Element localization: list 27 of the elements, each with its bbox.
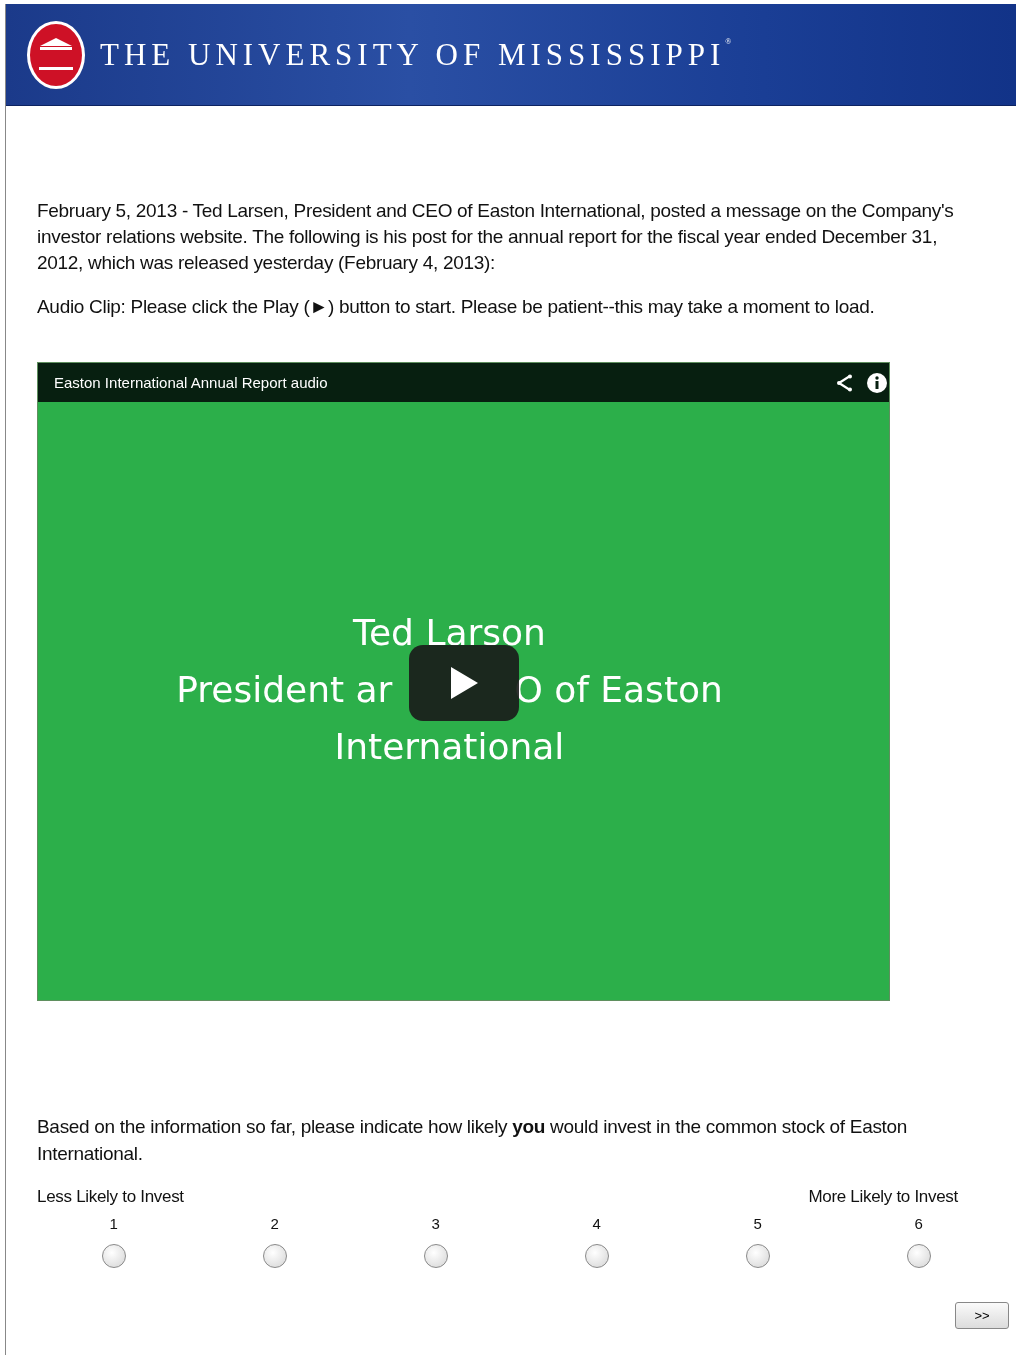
- radio-button[interactable]: [906, 1244, 931, 1268]
- slide-text: Ted Larson: [353, 611, 546, 655]
- radio-button[interactable]: [423, 1244, 448, 1268]
- slide-text: International: [334, 725, 565, 769]
- scale-number: 5: [753, 1215, 762, 1232]
- scale-number: 3: [431, 1215, 440, 1232]
- radio-button[interactable]: [745, 1244, 770, 1268]
- radio-button[interactable]: [262, 1244, 287, 1268]
- building-logo-icon: [26, 19, 86, 90]
- scale-number: 6: [914, 1215, 923, 1232]
- scale-high-label: More Likely to Invest: [808, 1187, 958, 1207]
- share-icon[interactable]: [835, 372, 855, 393]
- scale-number: 2: [270, 1215, 279, 1232]
- slide-text: President ar: [176, 668, 393, 712]
- scale-number: 4: [592, 1215, 601, 1232]
- scale-number: 1: [109, 1215, 118, 1232]
- next-button[interactable]: >>: [955, 1302, 1009, 1329]
- info-icon[interactable]: [867, 372, 887, 393]
- university-name: THE UNIVERSITY OF MISSISSIPPI$^{®}$: [100, 36, 737, 73]
- player-title: Easton International Annual Report audio: [54, 374, 329, 391]
- instruction-text: Audio Clip: Please click the Play (►) button to start. Please be patient--this may take a moment to load.: [37, 295, 876, 319]
- radio-button[interactable]: [584, 1244, 609, 1268]
- scale-low-label: Less Likely to Invest: [37, 1187, 184, 1207]
- intro-paragraph: February 5, 2013 - Ted Larsen, President and CEO of Easton International, posted a message on the Company's investor relations website. The following is his post for the annual report for the fiscal year ended December 31, 2012, which was released yesterday (February 4, 2013):: [37, 199, 955, 275]
- radio-button[interactable]: [101, 1244, 126, 1268]
- play-icon: [449, 666, 479, 700]
- question-text: Based on the information so far, please indicate how likely you would invest in the common stock of Easton International.: [37, 1115, 909, 1166]
